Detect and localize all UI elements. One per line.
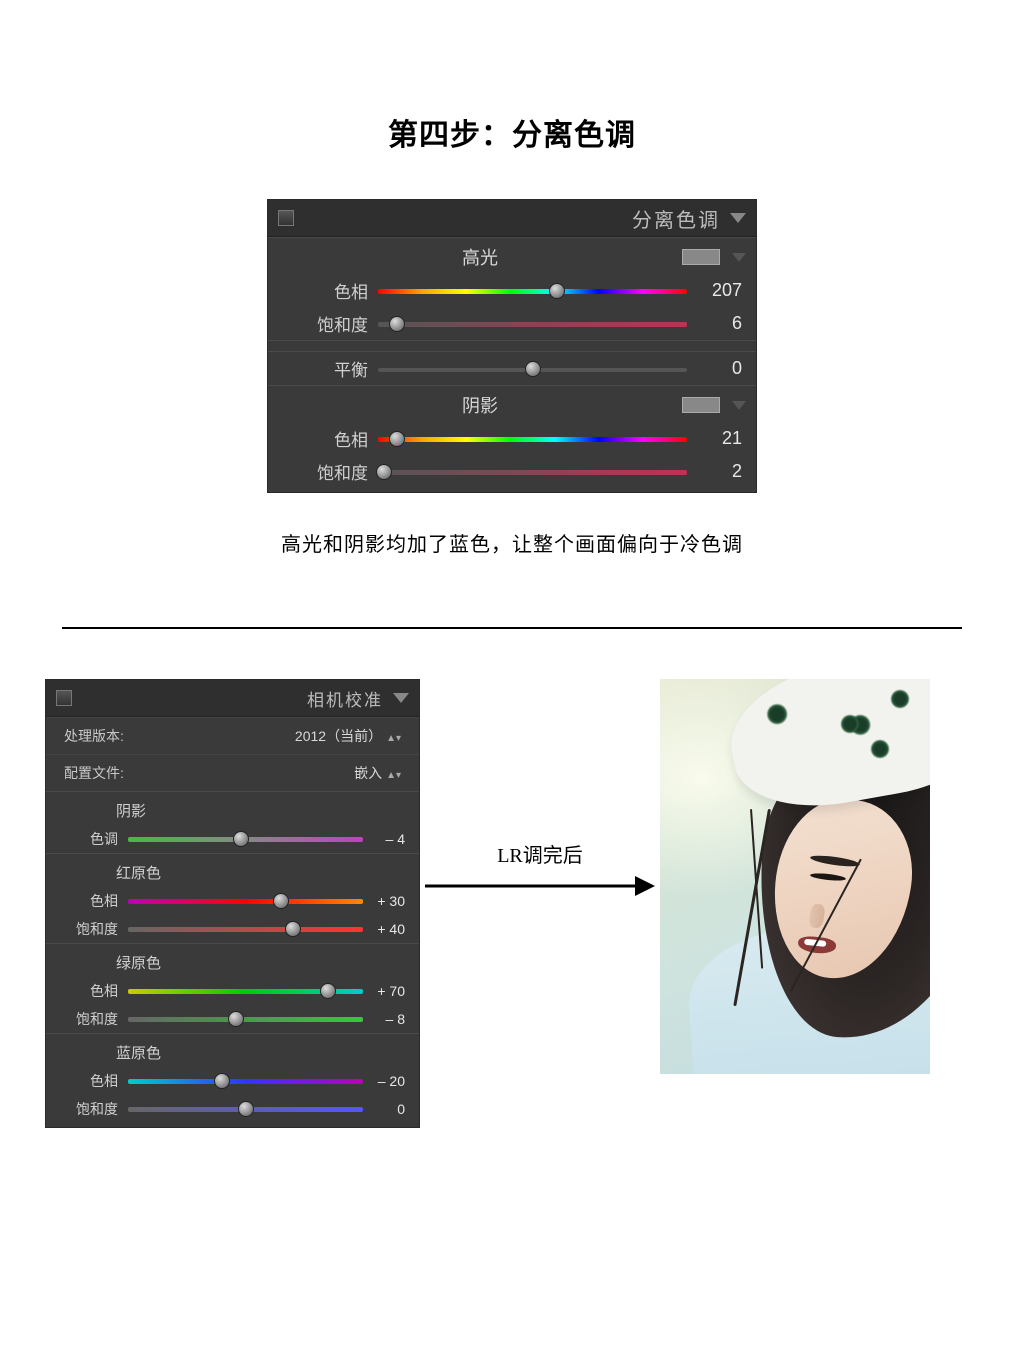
slider-track[interactable]	[378, 467, 687, 477]
arrow-label: LR调完后	[420, 839, 660, 868]
slider-label: 饱和度	[56, 919, 128, 939]
chevron-down-icon[interactable]	[393, 693, 409, 703]
highlights-hue-slider[interactable]: 色相 207	[268, 274, 756, 307]
panel-toggle-icon[interactable]	[278, 210, 294, 226]
green-section-header: 绿原色	[46, 943, 419, 977]
split-toning-panel: 分离色调 高光 色相 207 饱和度 6 平衡	[267, 199, 757, 493]
blue-section-header: 蓝原色	[46, 1033, 419, 1067]
slider-label: 色相	[278, 426, 378, 451]
slider-label: 色相	[56, 981, 128, 1001]
slider-label: 饱和度	[56, 1099, 128, 1119]
panel-header[interactable]: 相机校准	[46, 680, 419, 717]
page-title: 第四步：分离色调	[0, 110, 1024, 154]
slider-track[interactable]	[378, 286, 687, 296]
red-section-header: 红原色	[46, 853, 419, 887]
slider-value[interactable]: + 70	[363, 983, 409, 999]
shadows-label: 阴影	[278, 392, 682, 418]
red-section-label: 红原色	[56, 862, 161, 883]
process-version-value[interactable]: 2012（当前）	[295, 728, 382, 744]
slider-track[interactable]	[128, 896, 363, 906]
arrow-annotation: LR调完后	[420, 679, 660, 903]
slider-value[interactable]: 21	[687, 428, 746, 449]
updown-icon[interactable]: ▲▾	[386, 733, 401, 744]
slider-label: 色调	[56, 829, 128, 849]
slider-label: 色相	[278, 278, 378, 303]
slider-value[interactable]: 6	[687, 313, 746, 334]
panel-header[interactable]: 分离色调	[268, 200, 756, 237]
red-hue-slider[interactable]: 色相 + 30	[46, 887, 419, 915]
profile-value[interactable]: 嵌入	[354, 765, 382, 781]
arrow-right-icon	[425, 874, 655, 898]
slider-label: 平衡	[278, 356, 378, 381]
profile-label: 配置文件:	[64, 763, 124, 783]
highlights-label: 高光	[278, 244, 682, 270]
highlights-sat-slider[interactable]: 饱和度 6	[268, 307, 756, 340]
shadow-tint-slider[interactable]: 色调 – 4	[46, 825, 419, 853]
slider-value[interactable]: 0	[363, 1101, 409, 1117]
panel-title: 相机校准	[307, 686, 383, 711]
slider-value[interactable]: – 4	[363, 831, 409, 847]
process-version-label: 处理版本:	[64, 726, 124, 746]
profile-row[interactable]: 配置文件: 嵌入 ▲▾	[46, 754, 419, 791]
slider-track[interactable]	[128, 834, 363, 844]
slider-track[interactable]	[378, 364, 687, 374]
panel-toggle-icon[interactable]	[56, 690, 72, 706]
slider-track[interactable]	[128, 1014, 363, 1024]
caption-text: 高光和阴影均加了蓝色，让整个画面偏向于冷色调	[0, 528, 1024, 557]
slider-track[interactable]	[128, 1076, 363, 1086]
shadow-section-header: 阴影	[46, 791, 419, 825]
result-photo	[660, 679, 930, 1074]
chevron-down-icon[interactable]	[730, 213, 746, 223]
chevron-down-icon[interactable]	[732, 253, 746, 262]
slider-label: 饱和度	[278, 459, 378, 484]
highlights-swatch[interactable]	[682, 249, 720, 265]
blue-sat-slider[interactable]: 饱和度 0	[46, 1095, 419, 1127]
camera-calibration-panel: 相机校准 处理版本: 2012（当前） ▲▾ 配置文件: 嵌入 ▲▾ 阴影 色调	[45, 679, 420, 1128]
slider-label: 色相	[56, 1071, 128, 1091]
balance-slider[interactable]: 平衡 0	[268, 351, 756, 385]
green-hue-slider[interactable]: 色相 + 70	[46, 977, 419, 1005]
slider-label: 饱和度	[278, 311, 378, 336]
slider-value[interactable]: + 40	[363, 921, 409, 937]
shadows-swatch[interactable]	[682, 397, 720, 413]
blue-hue-slider[interactable]: 色相 – 20	[46, 1067, 419, 1095]
shadow-section-label: 阴影	[56, 800, 146, 821]
blue-section-label: 蓝原色	[56, 1042, 161, 1063]
process-version-row[interactable]: 处理版本: 2012（当前） ▲▾	[46, 717, 419, 754]
shadows-sat-slider[interactable]: 饱和度 2	[268, 455, 756, 492]
shadows-hue-slider[interactable]: 色相 21	[268, 422, 756, 455]
slider-track[interactable]	[128, 924, 363, 934]
slider-value[interactable]: 2	[687, 461, 746, 482]
slider-value[interactable]: 207	[687, 280, 746, 301]
slider-track[interactable]	[378, 319, 687, 329]
slider-track[interactable]	[378, 434, 687, 444]
red-sat-slider[interactable]: 饱和度 + 40	[46, 915, 419, 943]
slider-value[interactable]: – 20	[363, 1073, 409, 1089]
slider-label: 饱和度	[56, 1009, 128, 1029]
shadows-section-header: 阴影	[268, 385, 756, 422]
green-sat-slider[interactable]: 饱和度 – 8	[46, 1005, 419, 1033]
panel-title: 分离色调	[632, 204, 720, 233]
chevron-down-icon[interactable]	[732, 401, 746, 410]
slider-track[interactable]	[128, 986, 363, 996]
section-divider	[62, 627, 962, 629]
slider-label: 色相	[56, 891, 128, 911]
updown-icon[interactable]: ▲▾	[386, 770, 401, 781]
slider-value[interactable]: 0	[687, 358, 746, 379]
slider-value[interactable]: – 8	[363, 1011, 409, 1027]
slider-track[interactable]	[128, 1104, 363, 1114]
green-section-label: 绿原色	[56, 952, 161, 973]
slider-value[interactable]: + 30	[363, 893, 409, 909]
highlights-section-header: 高光	[268, 237, 756, 274]
